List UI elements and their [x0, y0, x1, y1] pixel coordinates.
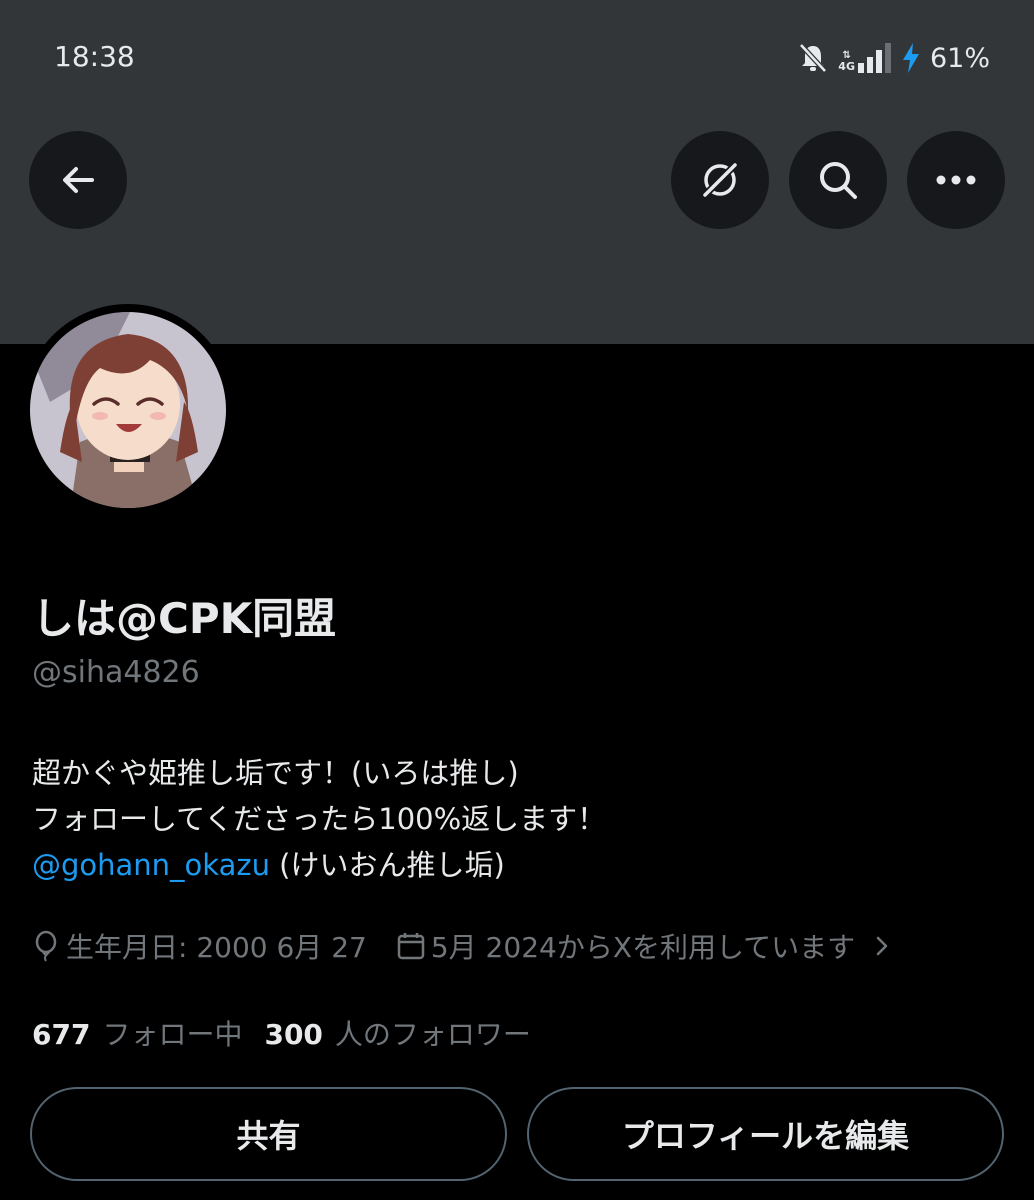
network-type: 4G — [838, 60, 855, 73]
joined-text: 5月 2024からXを利用しています — [430, 931, 856, 964]
chevron-right-icon — [876, 936, 888, 956]
share-button[interactable]: 共有 — [30, 1087, 507, 1181]
grok-button[interactable] — [671, 131, 769, 229]
more-button[interactable] — [907, 131, 1005, 229]
joined-item[interactable]: 5月 2024からXを利用しています — [397, 926, 893, 966]
bio-mention-link[interactable]: @gohann_okazu — [32, 848, 270, 882]
bell-off-icon — [799, 43, 828, 73]
following-link[interactable]: 677 フォロー中 — [32, 1013, 242, 1053]
bio-line: フォローしてくださったら100%返します！ — [32, 802, 607, 836]
status-time: 18:38 — [54, 40, 135, 73]
avatar-image — [30, 312, 226, 508]
network-indicator: ⇅ 4G — [838, 43, 892, 73]
back-arrow-icon — [63, 167, 94, 193]
birthday-text: 生年月日: 2000 6月 27 — [66, 931, 367, 964]
display-name: しは@CPK同盟 — [32, 594, 337, 643]
followers-label: 人のフォロワー — [334, 1018, 531, 1051]
bio-line: @gohann_okazu (けいおん推し垢) — [32, 842, 1002, 888]
following-count: 677 — [32, 1018, 91, 1051]
search-button[interactable] — [789, 131, 887, 229]
bio: 超かぐや姫推し垢です！(いろは推し) フォローしてくださったら100%返します！… — [32, 750, 1002, 888]
bio-text: (けいおん推し垢) — [269, 848, 505, 882]
followers-count: 300 — [264, 1018, 323, 1051]
profile-meta: 生年月日: 2000 6月 27 5月 2024からXを利用しています — [32, 926, 893, 966]
avatar[interactable] — [22, 304, 234, 516]
back-button[interactable] — [29, 131, 127, 229]
signal-icon — [857, 43, 891, 73]
battery-level: 61% — [929, 42, 990, 74]
calendar-icon — [397, 933, 425, 960]
followers-link[interactable]: 300 人のフォロワー — [264, 1013, 530, 1053]
more-icon — [936, 175, 976, 185]
user-handle: @siha4826 — [32, 655, 200, 690]
status-bar: 18:38 ⇅ 4G 61% — [0, 0, 1034, 110]
edit-profile-button[interactable]: プロフィールを編集 — [527, 1087, 1004, 1181]
status-icons: ⇅ 4G 61% — [798, 38, 990, 78]
birthday-item: 生年月日: 2000 6月 27 — [32, 926, 367, 966]
balloon-icon — [35, 930, 57, 962]
avatar-illustration — [30, 312, 226, 508]
charging-icon — [902, 43, 919, 73]
follow-stats: 677 フォロー中 300 人のフォロワー — [32, 1013, 531, 1053]
following-label: フォロー中 — [102, 1018, 243, 1051]
grok-icon — [701, 161, 739, 199]
bio-line: 超かぐや姫推し垢です！(いろは推し) — [32, 756, 519, 790]
search-icon — [820, 162, 857, 199]
